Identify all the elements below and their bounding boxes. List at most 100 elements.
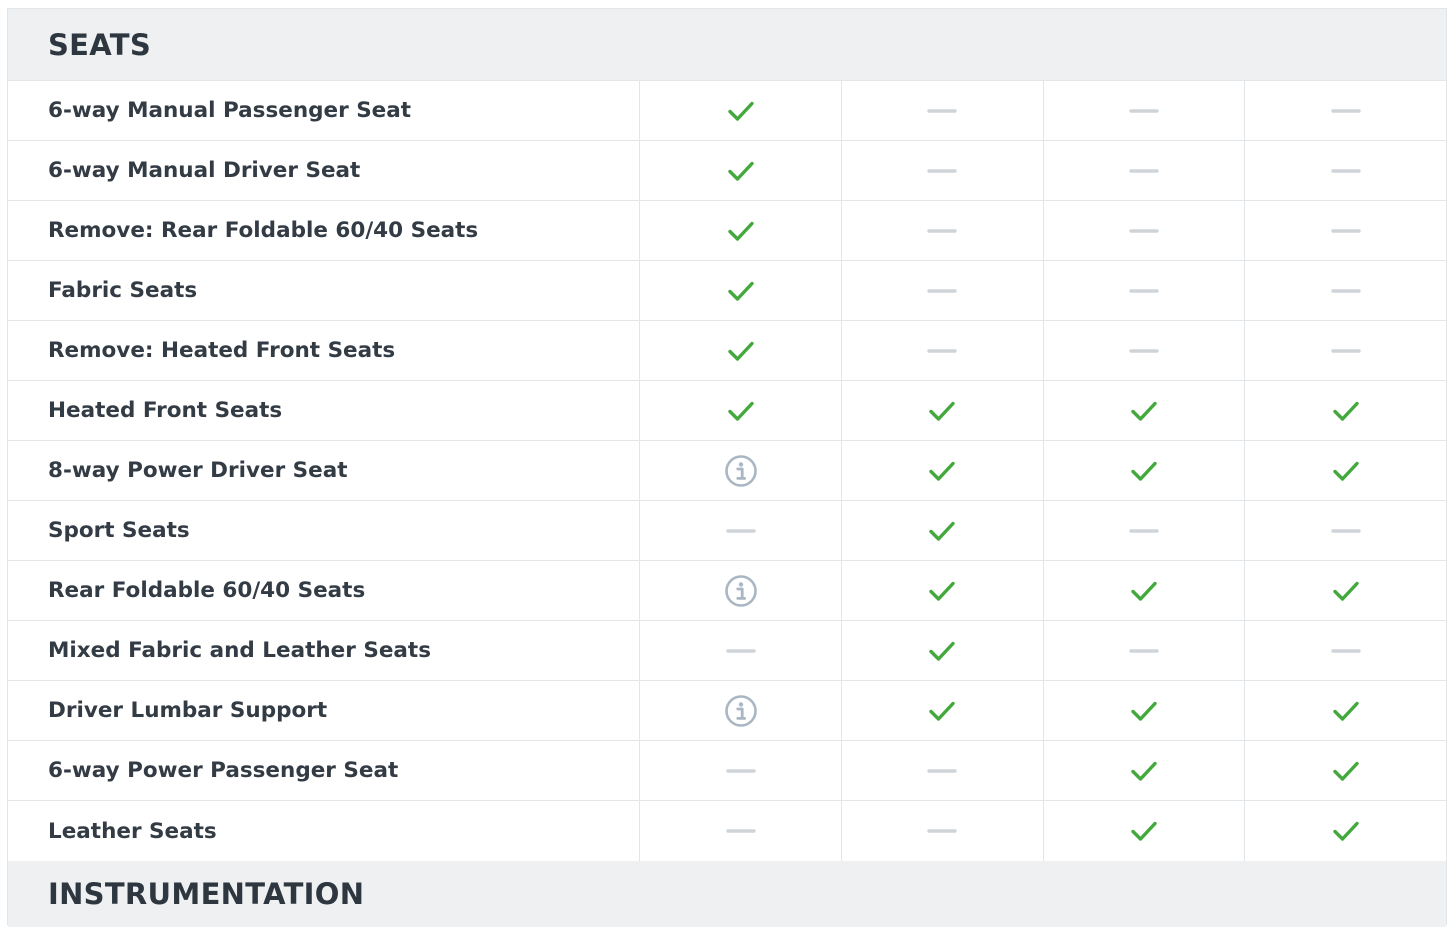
trim-cell [1245, 681, 1446, 740]
feature-label: 6-way Manual Driver Seat [8, 141, 641, 200]
trim-cell [1044, 261, 1246, 320]
dash-icon [1129, 168, 1159, 174]
trim-cell[interactable] [640, 681, 842, 740]
trim-cell [1044, 741, 1246, 800]
section-header-seats[interactable]: SEATS [8, 9, 1446, 81]
dash-icon [1129, 528, 1159, 534]
check-icon [727, 100, 755, 122]
info-icon[interactable] [724, 454, 758, 488]
trim-cell [842, 681, 1044, 740]
trim-cell [640, 741, 842, 800]
check-icon [1332, 760, 1360, 782]
section-header-instrumentation[interactable]: INSTRUMENTATION [8, 861, 1446, 927]
table-row: 6-way Power Passenger Seat [8, 741, 1446, 801]
trim-cell [1044, 321, 1246, 380]
dash-icon [725, 528, 756, 534]
feature-label: Fabric Seats [8, 261, 641, 320]
check-icon [928, 580, 956, 602]
trim-cell [842, 741, 1044, 800]
feature-label: Heated Front Seats [8, 381, 641, 440]
trim-cell [842, 81, 1044, 140]
table-row: Remove: Heated Front Seats [8, 321, 1446, 381]
table-row: Leather Seats [8, 801, 1446, 861]
features-comparison-table: SEATS 6-way Manual Passenger Seat 6-way M… [7, 8, 1447, 927]
trim-cell [842, 561, 1044, 620]
dash-icon [927, 768, 957, 774]
trim-cell [1245, 141, 1446, 200]
dash-icon [1330, 108, 1361, 114]
trim-cell [1245, 501, 1446, 560]
feature-label: Rear Foldable 60/40 Seats [8, 561, 641, 620]
table-row: Rear Foldable 60/40 Seats [8, 561, 1446, 621]
table-row: Sport Seats [8, 501, 1446, 561]
feature-label: Sport Seats [8, 501, 641, 560]
check-icon [1332, 400, 1360, 422]
dash-icon [1129, 348, 1159, 354]
trim-cell [1245, 321, 1446, 380]
dash-icon [1330, 528, 1361, 534]
dash-icon [725, 768, 756, 774]
check-icon [1130, 400, 1158, 422]
feature-label: Leather Seats [8, 801, 641, 861]
dash-icon [927, 288, 957, 294]
table-row: Mixed Fabric and Leather Seats [8, 621, 1446, 681]
trim-cell [1044, 621, 1246, 680]
trim-cell[interactable] [640, 561, 842, 620]
trim-cell [842, 381, 1044, 440]
dash-icon [725, 648, 756, 654]
dash-icon [1129, 228, 1159, 234]
trim-cell [842, 621, 1044, 680]
table-row: Heated Front Seats [8, 381, 1446, 441]
dash-icon [927, 228, 957, 234]
dash-icon [1330, 168, 1361, 174]
check-icon [1130, 700, 1158, 722]
table-row: Driver Lumbar Support [8, 681, 1446, 741]
dash-icon [927, 108, 957, 114]
trim-cell [842, 261, 1044, 320]
dash-icon [1330, 288, 1361, 294]
feature-label: 6-way Manual Passenger Seat [8, 81, 641, 140]
trim-cell [640, 381, 842, 440]
info-icon[interactable] [724, 694, 758, 728]
trim-cell [640, 81, 842, 140]
check-icon [1332, 820, 1360, 842]
trim-cell [1044, 561, 1246, 620]
check-icon [727, 160, 755, 182]
table-row: Remove: Rear Foldable 60/40 Seats [8, 201, 1446, 261]
dash-icon [1129, 648, 1159, 654]
trim-cell [842, 141, 1044, 200]
table-row: 6-way Manual Driver Seat [8, 141, 1446, 201]
trim-cell [842, 501, 1044, 560]
trim-cell [1245, 801, 1446, 861]
trim-cell [1044, 381, 1246, 440]
info-icon[interactable] [724, 574, 758, 608]
table-row: 8-way Power Driver Seat [8, 441, 1446, 501]
trim-cell [842, 801, 1044, 861]
dash-icon [1330, 228, 1361, 234]
feature-label: Remove: Heated Front Seats [8, 321, 641, 380]
dash-icon [1129, 108, 1159, 114]
table-row: 6-way Manual Passenger Seat [8, 81, 1446, 141]
trim-cell [842, 441, 1044, 500]
trim-cell [1245, 441, 1446, 500]
trim-cell [1245, 81, 1446, 140]
table-row: Fabric Seats [8, 261, 1446, 321]
check-icon [928, 520, 956, 542]
trim-cell [640, 621, 842, 680]
check-icon [928, 640, 956, 662]
dash-icon [1330, 348, 1361, 354]
check-icon [1130, 760, 1158, 782]
check-icon [727, 400, 755, 422]
feature-label: Mixed Fabric and Leather Seats [8, 621, 641, 680]
trim-cell [640, 801, 842, 861]
dash-icon [1330, 648, 1361, 654]
trim-cell [640, 201, 842, 260]
check-icon [928, 460, 956, 482]
section-title: SEATS [48, 27, 152, 62]
trim-cell[interactable] [640, 441, 842, 500]
check-icon [1130, 580, 1158, 602]
trim-cell [1044, 501, 1246, 560]
check-icon [727, 340, 755, 362]
trim-cell [1044, 681, 1246, 740]
dash-icon [1129, 288, 1159, 294]
